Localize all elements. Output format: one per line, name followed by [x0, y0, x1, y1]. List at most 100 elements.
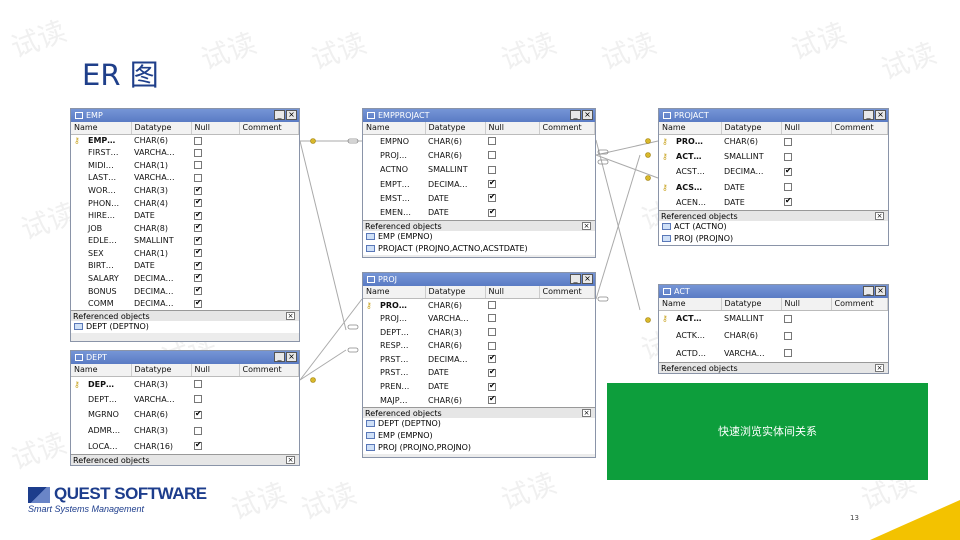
- table-row[interactable]: ACTNO SMALLINT: [363, 163, 595, 177]
- column-header-comment[interactable]: Comment: [239, 122, 299, 135]
- column-header-null[interactable]: Null: [781, 298, 832, 311]
- column-header-comment[interactable]: Comment: [539, 286, 595, 299]
- table-row[interactable]: EDLE… SMALLINT: [71, 235, 299, 248]
- table-row[interactable]: ⚷ EMP… CHAR(6): [71, 134, 299, 147]
- column-header-null[interactable]: Null: [485, 122, 540, 135]
- table-row[interactable]: EMPNO CHAR(6): [363, 134, 595, 148]
- column-header-datatype[interactable]: Datatype: [131, 122, 192, 135]
- null-checkbox[interactable]: [194, 426, 202, 435]
- column-comment[interactable]: [831, 345, 888, 362]
- null-checkbox[interactable]: [488, 314, 496, 323]
- referenced-object[interactable]: EMP (EMPNO): [363, 430, 595, 442]
- column-comment[interactable]: [239, 197, 299, 210]
- referenced-object[interactable]: ACT (ACTNO): [659, 221, 888, 233]
- table-row[interactable]: ⚷ ACS… DATE: [659, 180, 888, 195]
- null-checkbox[interactable]: [194, 440, 202, 451]
- null-checkbox[interactable]: [488, 178, 496, 189]
- column-comment[interactable]: [239, 392, 299, 408]
- titlebar-dept[interactable]: DEPT _ ×: [71, 351, 299, 364]
- column-comment[interactable]: [239, 209, 299, 222]
- close-icon[interactable]: ×: [875, 364, 884, 372]
- table-row[interactable]: PRST… DATE: [363, 366, 595, 380]
- null-checkbox[interactable]: [784, 196, 792, 207]
- referenced-object[interactable]: DEPT (DEPTNO): [363, 418, 595, 430]
- column-header-datatype[interactable]: Datatype: [721, 298, 782, 311]
- null-checkbox[interactable]: [194, 247, 202, 258]
- column-comment[interactable]: [239, 272, 299, 285]
- minimize-button[interactable]: _: [863, 286, 874, 296]
- column-comment[interactable]: [539, 312, 595, 326]
- column-header-name[interactable]: Name: [363, 286, 426, 299]
- table-row[interactable]: SEX CHAR(1): [71, 247, 299, 260]
- null-checkbox[interactable]: [194, 161, 202, 170]
- table-row[interactable]: RESP… CHAR(6): [363, 339, 595, 353]
- column-comment[interactable]: [239, 159, 299, 172]
- null-checkbox[interactable]: [194, 298, 202, 308]
- close-icon[interactable]: ×: [286, 456, 295, 464]
- table-row[interactable]: EMEN… DATE: [363, 206, 595, 220]
- minimize-button[interactable]: _: [274, 352, 285, 362]
- column-header-datatype[interactable]: Datatype: [425, 122, 486, 135]
- null-checkbox[interactable]: [194, 260, 202, 270]
- column-comment[interactable]: [239, 134, 299, 147]
- table-window-empprojact[interactable]: EMPPROJACT _ × Name Datatype Null Comment EMP…: [362, 108, 596, 258]
- close-icon[interactable]: ×: [582, 222, 591, 230]
- column-comment[interactable]: [239, 235, 299, 248]
- column-comment[interactable]: [539, 298, 595, 312]
- column-comment[interactable]: [539, 353, 595, 367]
- null-checkbox[interactable]: [194, 197, 202, 208]
- null-checkbox[interactable]: [194, 185, 202, 195]
- table-row[interactable]: MGRNO CHAR(6): [71, 407, 299, 423]
- column-header-datatype[interactable]: Datatype: [425, 286, 486, 299]
- column-comment[interactable]: [539, 339, 595, 353]
- column-header-comment[interactable]: Comment: [831, 122, 888, 135]
- table-row[interactable]: HIRE… DATE: [71, 209, 299, 222]
- column-header-name[interactable]: Name: [659, 298, 722, 311]
- table-row[interactable]: DEPT… VARCHA…: [71, 392, 299, 408]
- null-checkbox[interactable]: [784, 166, 792, 176]
- null-checkbox[interactable]: [784, 137, 792, 146]
- table-row[interactable]: ACTD… VARCHA…: [659, 345, 888, 362]
- minimize-button[interactable]: _: [274, 110, 285, 120]
- null-checkbox[interactable]: [488, 328, 496, 337]
- table-window-act[interactable]: ACT _ × Name Datatype Null Comment ⚷ ACT… SMALL…: [658, 284, 889, 374]
- null-checkbox[interactable]: [194, 395, 202, 404]
- column-header-datatype[interactable]: Datatype: [721, 122, 782, 135]
- table-window-proj[interactable]: PROJ _ × Name Datatype Null Comment ⚷ PRO… CHAR…: [362, 272, 596, 458]
- titlebar-emp[interactable]: EMP _ ×: [71, 109, 299, 122]
- null-checkbox[interactable]: [488, 137, 496, 146]
- column-comment[interactable]: [831, 195, 888, 210]
- null-checkbox[interactable]: [488, 301, 496, 310]
- column-comment[interactable]: [539, 148, 595, 162]
- minimize-button[interactable]: _: [863, 110, 874, 120]
- column-comment[interactable]: [539, 177, 595, 191]
- column-comment[interactable]: [539, 366, 595, 380]
- column-comment[interactable]: [831, 164, 888, 179]
- table-row[interactable]: ACTK… CHAR(6): [659, 327, 888, 344]
- table-row[interactable]: DEPT… CHAR(3): [363, 325, 595, 339]
- column-header-null[interactable]: Null: [781, 122, 832, 135]
- table-window-projact[interactable]: PROJACT _ × Name Datatype Null Comment ⚷ PRO… C…: [658, 108, 889, 246]
- null-checkbox[interactable]: [194, 136, 202, 145]
- column-comment[interactable]: [239, 376, 299, 392]
- column-header-comment[interactable]: Comment: [239, 364, 299, 377]
- titlebar-empprojact[interactable]: EMPPROJACT _ ×: [363, 109, 595, 122]
- column-comment[interactable]: [239, 222, 299, 235]
- column-header-name[interactable]: Name: [659, 122, 722, 135]
- null-checkbox[interactable]: [488, 151, 496, 160]
- null-checkbox[interactable]: [194, 235, 202, 245]
- null-checkbox[interactable]: [194, 173, 202, 182]
- column-header-comment[interactable]: Comment: [539, 122, 595, 135]
- column-header-name[interactable]: Name: [363, 122, 426, 135]
- null-checkbox[interactable]: [194, 148, 202, 157]
- column-comment[interactable]: [831, 149, 888, 164]
- column-comment[interactable]: [831, 310, 888, 327]
- titlebar-projact[interactable]: PROJACT _ ×: [659, 109, 888, 122]
- column-comment[interactable]: [539, 380, 595, 394]
- table-row[interactable]: PRST… DECIMA…: [363, 353, 595, 367]
- column-comment[interactable]: [239, 184, 299, 197]
- titlebar-proj[interactable]: PROJ _ ×: [363, 273, 595, 286]
- column-comment[interactable]: [539, 206, 595, 220]
- null-checkbox[interactable]: [488, 353, 496, 364]
- column-comment[interactable]: [539, 325, 595, 339]
